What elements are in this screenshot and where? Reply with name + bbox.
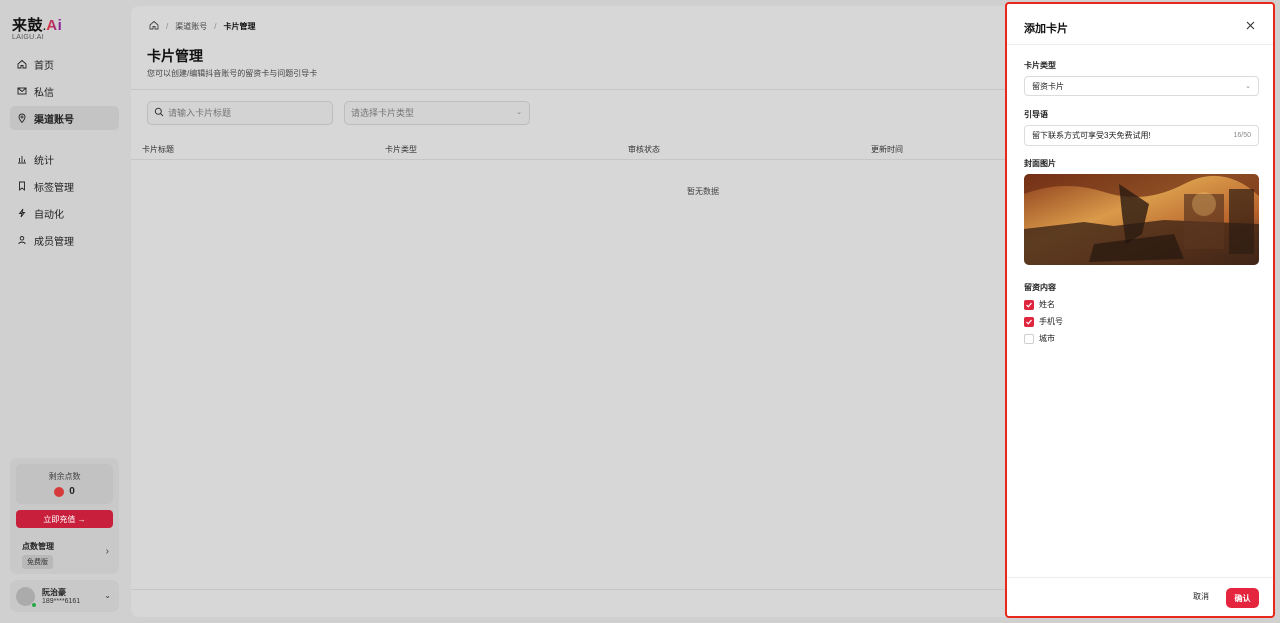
- page-description: 您可以创建/编辑抖音账号的留资卡与问题引导卡: [147, 69, 318, 78]
- card-type-select[interactable]: 留资卡片 ⌄: [1024, 76, 1259, 96]
- confirm-button[interactable]: 确认: [1226, 588, 1259, 608]
- sidebar-item-tags[interactable]: 标签管理: [10, 174, 119, 198]
- logo-text: 来鼓: [12, 17, 44, 34]
- column-header: 更新时间: [871, 145, 903, 154]
- search-icon: [154, 104, 164, 122]
- points-balance: 剩余点数 0: [16, 464, 113, 504]
- search-input[interactable]: [168, 108, 318, 118]
- add-card-drawer: 添加卡片 卡片类型 留资卡片 ⌄ 引导语 留下联系方式可享受3天免费试用! 16…: [1005, 2, 1275, 618]
- sidebar-item-statistics[interactable]: 统计: [10, 147, 119, 171]
- column-header: 审核状态: [628, 145, 660, 154]
- user-phone: 189****6161: [42, 598, 81, 605]
- guide-label: 引导语: [1024, 110, 1048, 119]
- sidebar-nav: 首页 私信 渠道账号 统计 标签管理 自动化 成员管理: [10, 52, 119, 255]
- location-icon: [16, 112, 28, 124]
- content-label: 留资内容: [1024, 283, 1056, 292]
- sidebar: 来鼓.Ai LAIGU.AI 首页 私信 渠道账号 统计 标签管理 自动化 成员…: [0, 0, 130, 623]
- sidebar-item-label: 成员管理: [34, 236, 74, 248]
- online-status-icon: [31, 602, 37, 608]
- sidebar-item-automation[interactable]: 自动化: [10, 201, 119, 225]
- lightning-icon: [16, 207, 28, 219]
- points-card: 剩余点数 0 立即充值 → 点数管理 免费版 ›: [10, 458, 119, 574]
- column-header: 卡片标题: [142, 145, 174, 154]
- divider: [1007, 577, 1273, 578]
- sidebar-item-label: 标签管理: [34, 182, 74, 194]
- sidebar-item-label: 自动化: [34, 209, 64, 221]
- points-value: 0: [69, 486, 75, 497]
- guide-text-input[interactable]: 留下联系方式可享受3天免费试用! 16/50: [1024, 125, 1259, 146]
- checkbox-unchecked-icon[interactable]: [1024, 333, 1034, 344]
- app-window: 来鼓.Ai LAIGU.AI 首页 私信 渠道账号 统计 标签管理 自动化 成员…: [0, 0, 1280, 623]
- option-city[interactable]: 城市: [1024, 333, 1055, 344]
- plan-badge: 免费版: [22, 555, 53, 569]
- sidebar-item-label: 首页: [34, 60, 54, 72]
- chevron-down-icon: ⌄: [516, 109, 522, 116]
- sidebar-item-channel-accounts[interactable]: 渠道账号: [10, 106, 119, 130]
- bar-chart-icon: [16, 153, 28, 165]
- sidebar-item-label: 渠道账号: [34, 114, 74, 126]
- page-title: 卡片管理: [147, 48, 203, 64]
- mail-icon: [16, 85, 28, 97]
- column-header: 卡片类型: [385, 145, 417, 154]
- option-phone[interactable]: 手机号: [1024, 316, 1063, 327]
- user-name: 阮治豪: [42, 588, 66, 597]
- chevron-down-icon: ⌄: [1245, 83, 1251, 90]
- sidebar-item-home[interactable]: 首页: [10, 52, 119, 76]
- cancel-button[interactable]: 取消: [1193, 591, 1209, 602]
- logo-subtitle: LAIGU.AI: [12, 34, 44, 41]
- guide-text-value: 留下联系方式可享受3天免费试用!: [1032, 131, 1151, 140]
- home-icon: [16, 58, 28, 70]
- card-type-label: 卡片类型: [1024, 61, 1056, 70]
- points-label: 剩余点数: [48, 472, 81, 481]
- sidebar-item-label: 统计: [34, 155, 54, 167]
- chevron-right-icon[interactable]: ›: [106, 546, 109, 557]
- points-manage-link[interactable]: 点数管理: [22, 541, 54, 552]
- recharge-button[interactable]: 立即充值 →: [16, 510, 113, 528]
- sidebar-item-members[interactable]: 成员管理: [10, 228, 119, 252]
- breadcrumb: / 渠道账号 / 卡片管理: [149, 20, 255, 32]
- home-icon[interactable]: [149, 20, 159, 32]
- option-label: 姓名: [1039, 300, 1055, 309]
- card-type-value: 留资卡片: [1032, 81, 1064, 91]
- bookmark-icon: [16, 180, 28, 192]
- card-type-filter[interactable]: ⌄: [344, 101, 530, 125]
- cover-label: 封面图片: [1024, 159, 1056, 168]
- card-type-select[interactable]: [351, 108, 501, 118]
- sidebar-item-messages[interactable]: 私信: [10, 79, 119, 103]
- checkbox-checked-icon[interactable]: [1024, 299, 1034, 310]
- breadcrumb-channel-accounts[interactable]: 渠道账号: [175, 21, 207, 32]
- coin-icon: [54, 486, 65, 497]
- user-card[interactable]: 阮治豪 189****6161 ⌄: [10, 580, 119, 612]
- logo: 来鼓.Ai LAIGU.AI: [12, 17, 63, 41]
- close-icon[interactable]: [1243, 18, 1257, 32]
- char-counter: 16/50: [1233, 132, 1251, 139]
- divider: [1007, 44, 1273, 45]
- sidebar-item-label: 私信: [34, 87, 54, 99]
- breadcrumb-current: 卡片管理: [223, 21, 256, 31]
- empty-state: 暂无数据: [687, 187, 719, 196]
- cover-image[interactable]: [1024, 174, 1259, 265]
- user-icon: [16, 234, 28, 246]
- search-input-wrapper[interactable]: [147, 101, 333, 125]
- option-label: 城市: [1039, 334, 1055, 343]
- checkbox-checked-icon[interactable]: [1024, 316, 1034, 327]
- chevron-down-icon[interactable]: ⌄: [104, 591, 111, 600]
- logo-ai: Ai: [46, 17, 63, 34]
- drawer-title: 添加卡片: [1024, 23, 1068, 35]
- option-name[interactable]: 姓名: [1024, 299, 1055, 310]
- option-label: 手机号: [1039, 317, 1063, 326]
